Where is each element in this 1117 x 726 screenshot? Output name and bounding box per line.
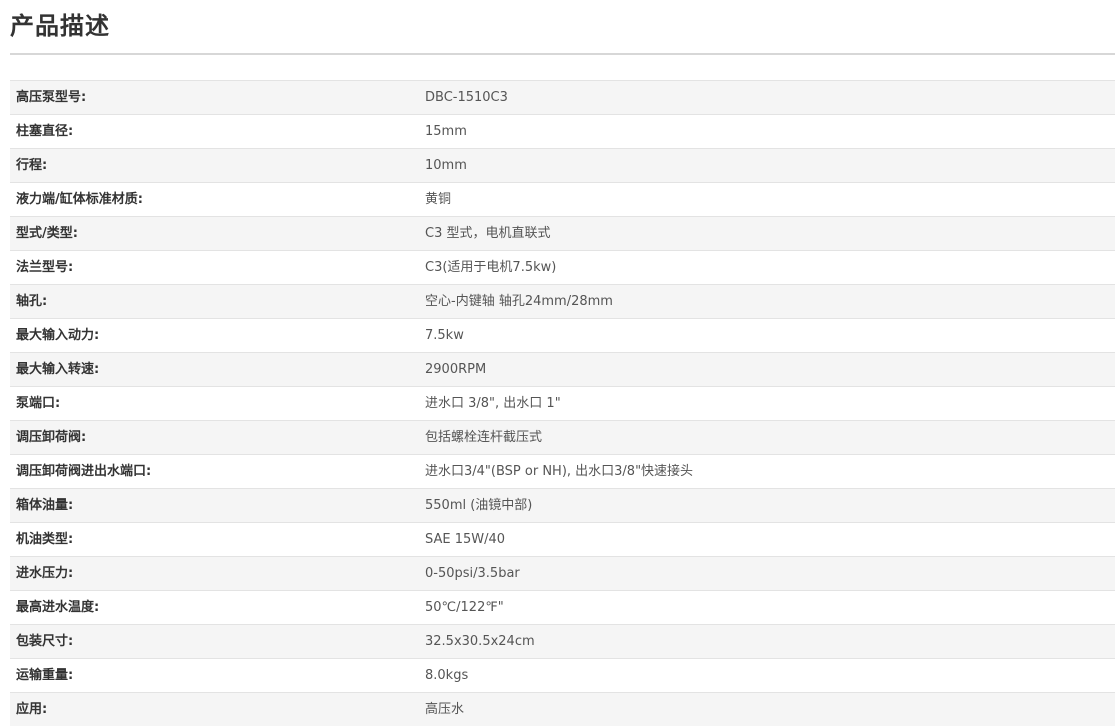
spec-label: 调压卸荷阀进出水端口:	[10, 454, 425, 489]
spec-label: 型式/类型:	[10, 216, 425, 251]
spec-value: 高压水	[425, 692, 1115, 726]
spec-label: 柱塞直径:	[10, 114, 425, 149]
spec-value: 15mm	[425, 114, 1115, 149]
spec-value: 32.5x30.5x24cm	[425, 624, 1115, 659]
spec-label: 行程:	[10, 148, 425, 183]
spec-label: 最大输入动力:	[10, 318, 425, 353]
table-row: 最大输入转速: 2900RPM	[10, 352, 1115, 387]
spec-value: 10mm	[425, 148, 1115, 183]
table-row: 调压卸荷阀: 包括螺栓连杆截压式	[10, 420, 1115, 455]
spec-label: 液力端/缸体标准材质:	[10, 182, 425, 217]
table-row: 最大输入动力: 7.5kw	[10, 318, 1115, 353]
spec-label: 应用:	[10, 692, 425, 726]
spec-label: 箱体油量:	[10, 488, 425, 523]
spec-label: 运输重量:	[10, 658, 425, 693]
spec-value: 50℃/122℉"	[425, 590, 1115, 625]
spec-value: DBC-1510C3	[425, 80, 1115, 115]
table-row: 进水压力: 0-50psi/3.5bar	[10, 556, 1115, 591]
spec-value: 包括螺栓连杆截压式	[425, 420, 1115, 455]
spec-value: 黄铜	[425, 182, 1115, 217]
spec-table: 高压泵型号: DBC-1510C3 柱塞直径: 15mm 行程: 10mm 液力…	[10, 80, 1115, 726]
spec-value: C3(适用于电机7.5kw)	[425, 250, 1115, 285]
table-row: 行程: 10mm	[10, 148, 1115, 183]
spec-label: 最大输入转速:	[10, 352, 425, 387]
spec-value: C3 型式，电机直联式	[425, 216, 1115, 251]
spec-value: 空心-内键轴 轴孔24mm/28mm	[425, 284, 1115, 319]
page-title: 产品描述	[10, 12, 110, 40]
spec-label: 机油类型:	[10, 522, 425, 557]
table-row: 泵端口: 进水口 3/8", 出水口 1"	[10, 386, 1115, 421]
spec-value: 8.0kgs	[425, 658, 1115, 693]
spec-value: 550ml (油镜中部)	[425, 488, 1115, 523]
spec-value: 0-50psi/3.5bar	[425, 556, 1115, 591]
table-row: 法兰型号: C3(适用于电机7.5kw)	[10, 250, 1115, 285]
spec-value: 进水口3/4"(BSP or NH), 出水口3/8"快速接头	[425, 454, 1115, 489]
table-row: 箱体油量: 550ml (油镜中部)	[10, 488, 1115, 523]
spec-label: 包装尺寸:	[10, 624, 425, 659]
spec-value: 7.5kw	[425, 318, 1115, 353]
spec-label: 泵端口:	[10, 386, 425, 421]
table-row: 高压泵型号: DBC-1510C3	[10, 80, 1115, 115]
table-row: 运输重量: 8.0kgs	[10, 658, 1115, 693]
table-row: 应用: 高压水	[10, 692, 1115, 726]
spec-label: 轴孔:	[10, 284, 425, 319]
title-divider	[10, 53, 1115, 55]
spec-label: 进水压力:	[10, 556, 425, 591]
table-row: 轴孔: 空心-内键轴 轴孔24mm/28mm	[10, 284, 1115, 319]
spec-label: 法兰型号:	[10, 250, 425, 285]
spec-label: 最高进水温度:	[10, 590, 425, 625]
table-row: 柱塞直径: 15mm	[10, 114, 1115, 149]
spec-label: 调压卸荷阀:	[10, 420, 425, 455]
table-row: 包装尺寸: 32.5x30.5x24cm	[10, 624, 1115, 659]
spec-value: 进水口 3/8", 出水口 1"	[425, 386, 1115, 421]
table-row: 最高进水温度: 50℃/122℉"	[10, 590, 1115, 625]
table-row: 液力端/缸体标准材质: 黄铜	[10, 182, 1115, 217]
spec-label: 高压泵型号:	[10, 80, 425, 115]
spec-value: SAE 15W/40	[425, 522, 1115, 557]
table-row: 调压卸荷阀进出水端口: 进水口3/4"(BSP or NH), 出水口3/8"快…	[10, 454, 1115, 489]
table-row: 型式/类型: C3 型式，电机直联式	[10, 216, 1115, 251]
table-row: 机油类型: SAE 15W/40	[10, 522, 1115, 557]
spec-value: 2900RPM	[425, 352, 1115, 387]
